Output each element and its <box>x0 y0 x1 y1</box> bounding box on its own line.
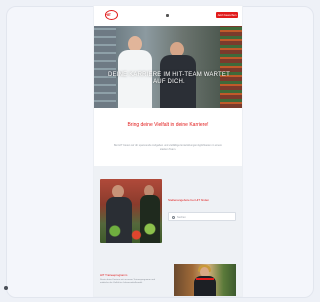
trainee-text: Starte deine Karriere mit unserem Traine… <box>100 279 155 285</box>
job-search-input[interactable]: Suchen <box>168 212 236 221</box>
search-icon <box>172 215 175 219</box>
intro-title: Bring deine Vielfalt in deine Karriere! <box>127 122 209 128</box>
site-header: HIT Jetzt bewerben <box>94 6 242 26</box>
shelf-image-left <box>94 26 116 108</box>
search-placeholder: Suchen <box>177 215 186 219</box>
hit-logo[interactable]: HIT <box>104 10 120 22</box>
website-preview: HIT Jetzt bewerben Deine Karriere im HIT… <box>94 6 242 296</box>
team-photo <box>100 179 162 243</box>
shelf-image-right <box>220 26 242 108</box>
chat-icon[interactable] <box>4 286 8 290</box>
employee-photo <box>174 264 236 296</box>
jobs-section: Stellenangebote bei HIT finden Suchen HI… <box>94 166 242 296</box>
hero-title: Deine Karriere im HIT-Team wartet auf di… <box>108 72 230 85</box>
apply-button[interactable]: Jetzt bewerben <box>216 12 238 18</box>
intro-text: Bei HIT bieten wir dir spannende Aufgabe… <box>113 144 223 151</box>
hero-banner: Deine Karriere im HIT-Team wartet auf di… <box>94 26 242 108</box>
menu-icon[interactable] <box>166 14 169 17</box>
trainee-title: HIT Traineeprogramm <box>100 273 128 277</box>
logo-text: HIT <box>105 12 111 17</box>
jobs-heading: Stellenangebote bei HIT finden <box>168 198 210 202</box>
